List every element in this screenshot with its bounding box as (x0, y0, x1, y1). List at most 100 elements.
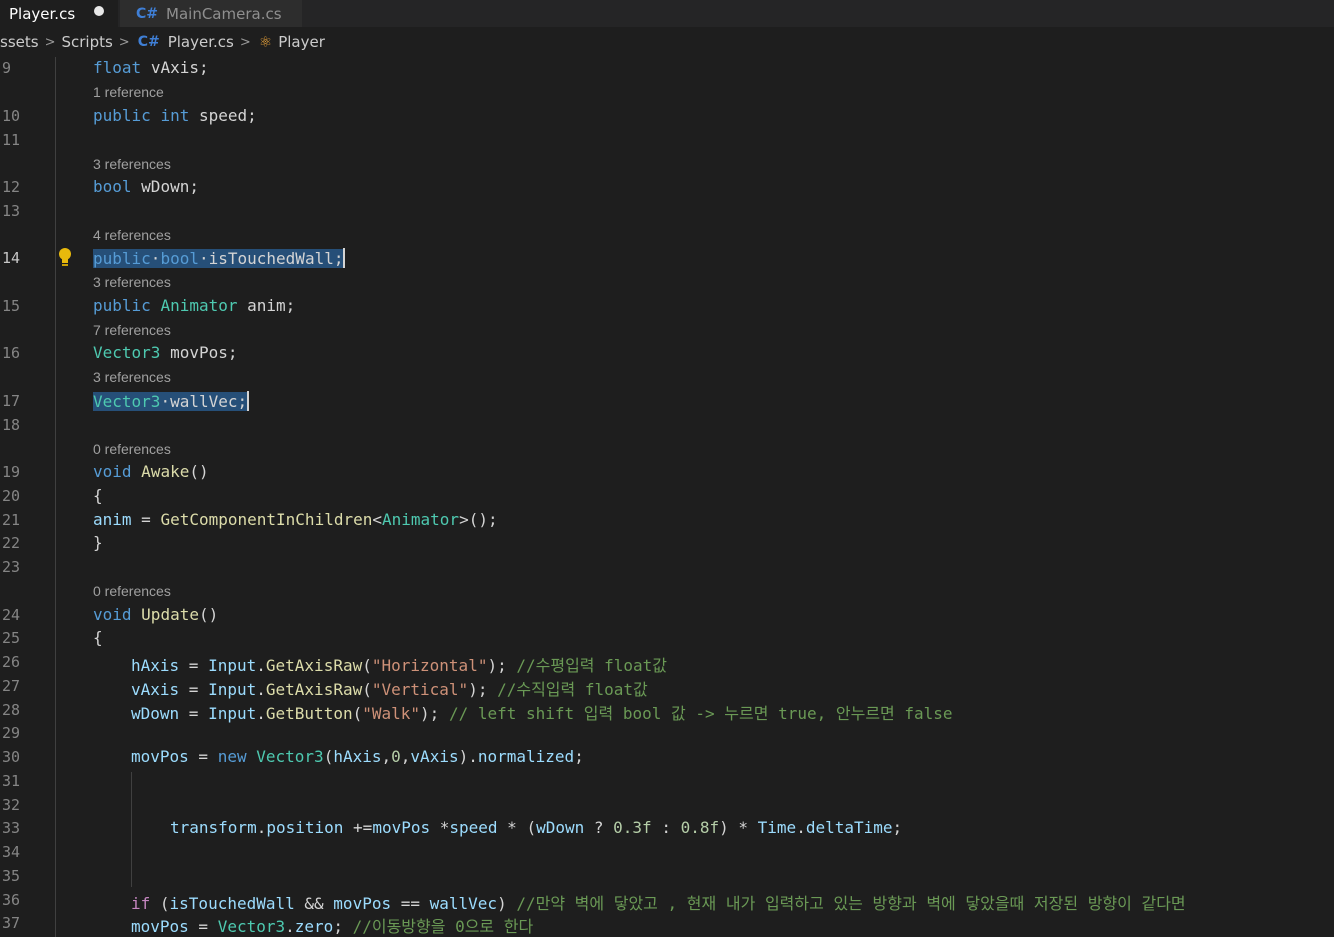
code-token: position (266, 818, 344, 837)
breadcrumb-item-class[interactable]: Player (278, 33, 325, 51)
breadcrumb-item-scripts[interactable]: Scripts (61, 33, 112, 51)
code-token: float (93, 58, 142, 77)
code-token: int (160, 106, 190, 125)
chevron-right-icon: > (239, 34, 251, 50)
code-token: Input (208, 656, 257, 675)
tab-label: Player.cs (9, 4, 76, 23)
line-number: 27 (2, 677, 21, 695)
csharp-icon: C# (136, 5, 159, 22)
code-token: wDown (131, 704, 180, 723)
code-token: = (131, 510, 161, 529)
code-token: Time (757, 818, 797, 837)
code-line[interactable]: public Animator anim; (93, 296, 295, 315)
line-number: 29 (2, 724, 21, 742)
unsaved-dot-icon[interactable] (94, 6, 104, 16)
codelens-references[interactable]: 0 references (93, 583, 171, 599)
code-editor[interactable]: 9 10 11 12 13 14 15 16 17 18 19 20 21 22… (0, 57, 1334, 937)
code-line[interactable]: void Update() (93, 605, 218, 624)
line-number: 30 (2, 748, 21, 766)
code-token: bool (160, 249, 199, 268)
code-comment: //수평입력 float값 (516, 656, 668, 675)
code-token: new (217, 747, 247, 766)
code-line-selected[interactable]: public·bool·isTouchedWall; (93, 248, 346, 268)
code-token: "Vertical" (371, 680, 469, 699)
code-line[interactable]: movPos = Vector3.zero; //이동방향을 0으로 한다 (131, 913, 533, 937)
code-line[interactable]: void Awake() (93, 462, 209, 481)
code-line[interactable]: anim = GetComponentInChildren<Animator>(… (93, 510, 498, 529)
tab-player-cs[interactable]: Player.cs (0, 0, 118, 27)
line-number: 24 (2, 606, 21, 624)
line-number: 22 (2, 534, 21, 552)
line-number: 20 (2, 487, 21, 505)
code-line[interactable]: } (93, 533, 103, 552)
text-cursor (247, 391, 250, 411)
breadcrumb-item-assets[interactable]: ssets (0, 33, 39, 51)
code-line[interactable]: transform.position +=movPos *speed * (wD… (170, 818, 902, 837)
code-line[interactable]: bool wDown; (93, 177, 199, 196)
code-token: >(); (459, 510, 498, 529)
code-token: public (93, 249, 151, 268)
code-line[interactable]: Vector3 movPos; (93, 343, 238, 362)
code-comment: //만약 벽에 닿았고 , 현재 내가 입력하고 있는 방향과 벽에 닿았을때 … (516, 894, 1186, 913)
line-number: 23 (2, 558, 21, 576)
code-line[interactable]: { (93, 628, 103, 647)
codelens-references[interactable]: 4 references (93, 227, 171, 243)
tab-maincamera-cs[interactable]: C# MainCamera.cs (120, 0, 302, 27)
code-token: Vector3 (93, 392, 161, 411)
line-number: 21 (2, 511, 21, 529)
code-token: () (198, 605, 219, 624)
indent-guide (55, 57, 56, 937)
code-token: movPos (131, 917, 189, 936)
selection: public·bool·isTouchedWall; (93, 249, 344, 268)
line-number: 17 (2, 392, 21, 410)
codelens-references[interactable]: 7 references (93, 322, 171, 338)
line-number: 13 (2, 202, 21, 220)
text-cursor (343, 248, 346, 268)
codelens-references[interactable]: 0 references (93, 441, 171, 457)
code-token: wDown (141, 177, 190, 196)
line-number: 28 (2, 701, 21, 719)
code-token: public (93, 296, 151, 315)
code-token: speed (449, 818, 498, 837)
code-token: anim (247, 296, 286, 315)
line-number: 19 (2, 463, 21, 481)
code-token: ; (333, 249, 344, 268)
codelens-references[interactable]: 1 reference (93, 84, 164, 100)
code-token: speed (198, 106, 248, 125)
code-token: && (294, 894, 334, 913)
code-line[interactable]: movPos = new Vector3(hAxis,0,vAxis).norm… (131, 747, 584, 766)
code-token: vAxis (150, 58, 199, 77)
code-token: GetButton (265, 704, 353, 723)
code-token: "Walk" (362, 704, 421, 723)
code-token: Animator (382, 510, 460, 529)
code-line[interactable]: public int speed; (93, 106, 257, 125)
code-line[interactable]: vAxis = Input.GetAxisRaw("Vertical"); //… (131, 676, 648, 700)
codelens-references[interactable]: 3 references (93, 156, 171, 172)
code-token: = (188, 747, 218, 766)
line-number: 31 (2, 772, 21, 790)
code-token: normalized (477, 747, 575, 766)
code-token: { (93, 628, 103, 647)
chevron-right-icon: > (44, 34, 56, 50)
code-line[interactable]: if (isTouchedWall && movPos == wallVec) … (131, 890, 1186, 914)
codelens-references[interactable]: 3 references (93, 369, 171, 385)
selection: Vector3·wallVec; (93, 392, 248, 411)
code-line[interactable]: hAxis = Input.GetAxisRaw("Horizontal"); … (131, 652, 667, 676)
csharp-icon: C# (137, 34, 160, 50)
class-icon: ⚛ (258, 33, 273, 51)
lightbulb-icon[interactable] (58, 247, 72, 269)
codelens-references[interactable]: 3 references (93, 274, 171, 290)
code-line-selected[interactable]: Vector3·wallVec; (93, 391, 250, 411)
code-token: transform (170, 818, 257, 837)
breadcrumb-item-file[interactable]: Player.cs (168, 33, 234, 51)
code-line[interactable]: wDown = Input.GetButton("Walk"); // left… (131, 700, 953, 724)
code-token: public (93, 106, 151, 125)
code-token: vAxis (410, 747, 459, 766)
code-token: hAxis (333, 747, 382, 766)
code-token: ; (198, 58, 209, 77)
code-token: ; (189, 177, 199, 196)
code-line[interactable]: float vAxis; (93, 58, 209, 77)
line-number: 25 (2, 629, 21, 647)
code-line[interactable]: { (93, 486, 103, 505)
code-token: wDown (536, 818, 585, 837)
